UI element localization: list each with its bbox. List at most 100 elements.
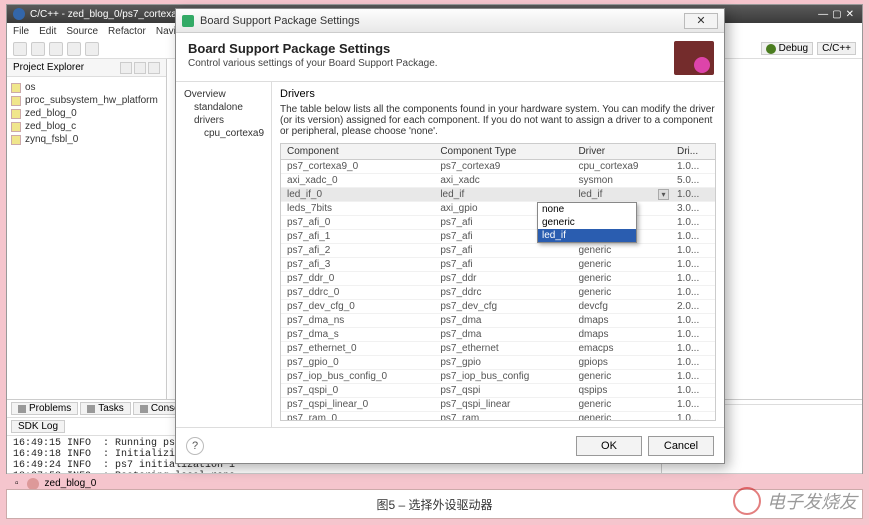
project-tree-item[interactable]: os <box>11 81 162 94</box>
driver-version-cell[interactable]: 1.0... <box>671 356 715 370</box>
project-tree-item[interactable]: zed_blog_0 <box>11 107 162 120</box>
col-component-type[interactable]: Component Type <box>434 144 572 160</box>
driver-cell-selected[interactable]: led_if▾ <box>572 188 671 202</box>
project-tree-item[interactable]: proc_subsystem_hw_platform <box>11 94 162 107</box>
table-row[interactable]: ps7_dma_sps7_dmadmaps1.0... <box>281 328 715 342</box>
project-explorer-tree[interactable]: osproc_subsystem_hw_platformzed_blog_0ze… <box>7 77 166 150</box>
driver-version-cell[interactable]: 3.0... <box>671 202 715 216</box>
driver-version-cell[interactable]: 1.0... <box>671 272 715 286</box>
toolbar-debug-icon[interactable] <box>67 42 81 56</box>
nav-drivers[interactable]: drivers <box>182 114 265 127</box>
dd-option-led-if[interactable]: led_if <box>538 229 636 242</box>
driver-version-cell[interactable]: 1.0... <box>671 188 715 202</box>
driver-version-cell[interactable]: 1.0... <box>671 384 715 398</box>
table-row[interactable]: ps7_afi_2ps7_afigeneric1.0... <box>281 244 715 258</box>
table-row[interactable]: ps7_ethernet_0ps7_ethernetemacps1.0... <box>281 342 715 356</box>
col-component[interactable]: Component <box>281 144 434 160</box>
table-row[interactable]: ps7_afi_3ps7_afigeneric1.0... <box>281 258 715 272</box>
driver-version-cell[interactable]: 1.0... <box>671 258 715 272</box>
chevron-down-icon[interactable]: ▾ <box>658 189 669 200</box>
driver-version-cell[interactable]: 1.0... <box>671 342 715 356</box>
cancel-button[interactable]: Cancel <box>648 436 714 456</box>
driver-cell[interactable]: generic <box>572 398 671 412</box>
project-tree-item[interactable]: zed_blog_c <box>11 120 162 133</box>
toolbar-save-icon[interactable] <box>31 42 45 56</box>
driver-cell[interactable]: emacps <box>572 342 671 356</box>
driver-dropdown-menu[interactable]: none generic led_if <box>537 202 637 243</box>
driver-cell[interactable]: generic <box>572 272 671 286</box>
driver-version-cell[interactable]: 1.0... <box>671 314 715 328</box>
project-explorer-tab[interactable]: Project Explorer <box>7 59 166 77</box>
dialog-titlebar[interactable]: Board Support Package Settings ✕ <box>176 9 724 33</box>
driver-version-cell[interactable]: 1.0... <box>671 398 715 412</box>
driver-cell[interactable]: dmaps <box>572 314 671 328</box>
driver-cell[interactable]: devcfg <box>572 300 671 314</box>
table-row[interactable]: axi_xadc_0axi_xadcsysmon5.0... <box>281 174 715 188</box>
driver-version-cell[interactable]: 1.0... <box>671 244 715 258</box>
table-row[interactable]: ps7_afi_0ps7_afigeneric1.0... <box>281 216 715 230</box>
table-row[interactable]: ps7_gpio_0ps7_gpiogpiops1.0... <box>281 356 715 370</box>
driver-cell[interactable]: generic <box>572 258 671 272</box>
dd-option-generic[interactable]: generic <box>538 216 636 229</box>
drivers-table-wrap[interactable]: Component Component Type Driver Dri... p… <box>280 143 716 421</box>
pe-collapse-icon[interactable] <box>120 62 132 74</box>
menu-file[interactable]: File <box>13 26 29 37</box>
pe-link-icon[interactable] <box>134 62 146 74</box>
driver-cell[interactable]: generic <box>572 412 671 422</box>
menu-refactor[interactable]: Refactor <box>108 26 146 37</box>
driver-version-cell[interactable]: 5.0... <box>671 174 715 188</box>
driver-cell[interactable]: sysmon <box>572 174 671 188</box>
driver-cell[interactable]: qspips <box>572 384 671 398</box>
toolbar-run-icon[interactable] <box>85 42 99 56</box>
table-row[interactable]: ps7_dev_cfg_0ps7_dev_cfgdevcfg2.0... <box>281 300 715 314</box>
table-row[interactable]: ps7_dma_nsps7_dmadmaps1.0... <box>281 314 715 328</box>
close-button[interactable]: ✕ <box>846 9 854 20</box>
table-row[interactable]: ps7_qspi_0ps7_qspiqspips1.0... <box>281 384 715 398</box>
driver-version-cell[interactable]: 1.0... <box>671 412 715 422</box>
driver-cell[interactable]: generic <box>572 286 671 300</box>
ok-button[interactable]: OK <box>576 436 642 456</box>
nav-cpu[interactable]: cpu_cortexa9 <box>182 127 265 140</box>
table-row[interactable]: led_if_0led_ifled_if▾1.0... <box>281 188 715 202</box>
driver-version-cell[interactable]: 1.0... <box>671 370 715 384</box>
table-row[interactable]: ps7_ddrc_0ps7_ddrcgeneric1.0... <box>281 286 715 300</box>
dialog-close-button[interactable]: ✕ <box>684 13 718 29</box>
minimize-button[interactable]: — <box>818 9 828 20</box>
dd-option-none[interactable]: none <box>538 203 636 216</box>
col-driver-version[interactable]: Dri... <box>671 144 715 160</box>
menu-edit[interactable]: Edit <box>39 26 56 37</box>
table-row[interactable]: ps7_ram_0ps7_ramgeneric1.0... <box>281 412 715 422</box>
table-row[interactable]: ps7_ddr_0ps7_ddrgeneric1.0... <box>281 272 715 286</box>
driver-cell[interactable]: generic <box>572 370 671 384</box>
nav-standalone[interactable]: standalone <box>182 101 265 114</box>
driver-version-cell[interactable]: 1.0... <box>671 160 715 174</box>
driver-version-cell[interactable]: 1.0... <box>671 216 715 230</box>
project-tree-item[interactable]: zynq_fsbl_0 <box>11 133 162 146</box>
table-row[interactable]: ps7_cortexa9_0ps7_cortexa9cpu_cortexa91.… <box>281 160 715 174</box>
driver-version-cell[interactable]: 1.0... <box>671 286 715 300</box>
col-driver[interactable]: Driver <box>572 144 671 160</box>
driver-version-cell[interactable]: 1.0... <box>671 328 715 342</box>
driver-cell[interactable]: dmaps <box>572 328 671 342</box>
driver-cell[interactable]: generic <box>572 244 671 258</box>
nav-overview[interactable]: Overview <box>182 88 265 101</box>
toolbar-new-icon[interactable] <box>13 42 27 56</box>
cpp-perspective-button[interactable]: C/C++ <box>817 42 856 55</box>
table-row[interactable]: ps7_qspi_linear_0ps7_qspi_lineargeneric1… <box>281 398 715 412</box>
maximize-button[interactable]: ▢ <box>832 9 841 20</box>
driver-cell[interactable]: cpu_cortexa9 <box>572 160 671 174</box>
driver-version-cell[interactable]: 1.0... <box>671 230 715 244</box>
driver-version-cell[interactable]: 2.0... <box>671 300 715 314</box>
table-row[interactable]: ps7_iop_bus_config_0ps7_iop_bus_configge… <box>281 370 715 384</box>
tab-tasks[interactable]: Tasks <box>80 402 131 415</box>
driver-cell[interactable]: gpiops <box>572 356 671 370</box>
pe-menu-icon[interactable] <box>148 62 160 74</box>
help-button[interactable]: ? <box>186 437 204 455</box>
tab-sdk-log[interactable]: SDK Log <box>11 420 65 433</box>
table-row[interactable]: leds_7bitsaxi_gpionone3.0... <box>281 202 715 216</box>
tab-problems[interactable]: Problems <box>11 402 78 415</box>
debug-perspective-button[interactable]: Debug <box>761 42 813 55</box>
table-row[interactable]: ps7_afi_1ps7_afiled_if1.0... <box>281 230 715 244</box>
toolbar-build-icon[interactable] <box>49 42 63 56</box>
menu-source[interactable]: Source <box>66 26 98 37</box>
